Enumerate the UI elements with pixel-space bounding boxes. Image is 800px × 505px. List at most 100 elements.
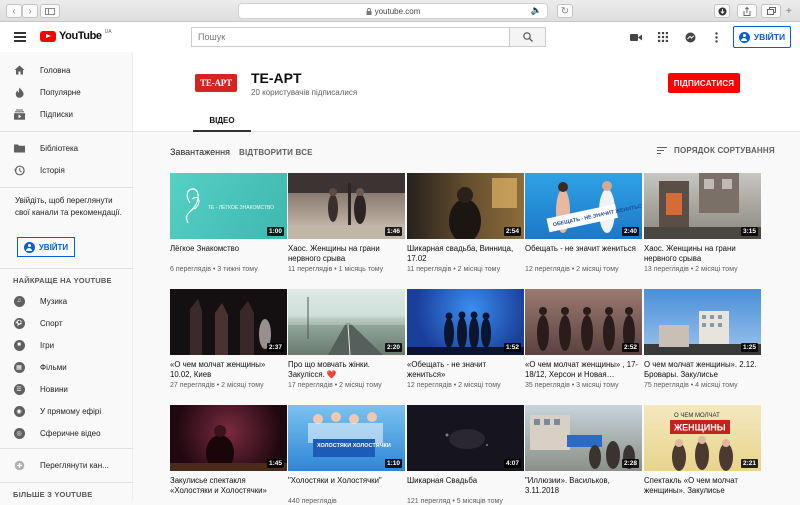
sidebar-item-360[interactable]: ◎ Сферичне відео bbox=[0, 422, 133, 444]
video-card[interactable]: 1:52 «Обещать - не значит жениться» 12 п… bbox=[407, 289, 524, 389]
video-thumbnail[interactable]: 2:37 bbox=[170, 289, 287, 355]
video-thumbnail[interactable]: 1:46 bbox=[288, 173, 405, 239]
downloads-button[interactable] bbox=[714, 4, 730, 18]
video-title[interactable]: Шикарная Свадьба bbox=[407, 476, 524, 496]
subscribe-button[interactable]: ПІДПИСАТИСЯ bbox=[668, 73, 740, 93]
sidebar-item-library[interactable]: Бібліотека bbox=[0, 137, 133, 159]
download-icon bbox=[718, 7, 726, 15]
video-thumbnail[interactable]: 1:25 bbox=[644, 289, 761, 355]
more-options-icon[interactable] bbox=[710, 31, 722, 43]
thumbnail-caption: О ЧЕМ МОЛЧАТ bbox=[674, 413, 720, 419]
video-duration: 2:54 bbox=[503, 227, 521, 236]
share-button[interactable] bbox=[737, 4, 757, 18]
sidebar-item-trending[interactable]: Популярне bbox=[0, 81, 133, 103]
sidebar-toggle-button[interactable] bbox=[40, 4, 60, 18]
video-title[interactable]: «О чем молчат женщины» 10.02, Киев bbox=[170, 360, 287, 380]
search-button[interactable] bbox=[509, 28, 545, 46]
forward-button[interactable]: › bbox=[22, 4, 38, 18]
create-video-icon[interactable] bbox=[630, 31, 642, 43]
video-title[interactable]: «О чем молчат женщины» , 17-18/12, Херсо… bbox=[525, 360, 642, 380]
video-thumbnail[interactable]: 2:28 bbox=[525, 405, 642, 471]
video-card[interactable]: 2:20 Про що мовчать жінки. Закулісся. ❤️… bbox=[288, 289, 405, 389]
more-from-youtube-heading: БІЛЬШЕ З YOUTUBE bbox=[13, 490, 93, 499]
video-title[interactable]: Шикарная свадьба, Винница, 17.02 bbox=[407, 244, 524, 264]
video-title[interactable]: Хаос. Женщины на грани нервного срыва bbox=[288, 244, 405, 264]
music-icon: ♫ bbox=[13, 295, 25, 307]
video-title[interactable]: Спектакль «О чем молчат женщины». Закули… bbox=[644, 476, 761, 496]
video-duration: 1:00 bbox=[266, 227, 284, 236]
apps-grid-icon[interactable] bbox=[657, 31, 669, 43]
video-thumbnail[interactable]: 3:15 bbox=[644, 173, 761, 239]
signin-button[interactable]: УВІЙТИ bbox=[733, 26, 791, 48]
sidebar-item-browse-channels[interactable]: Переглянути кан... bbox=[0, 454, 133, 476]
video-card[interactable]: 2:52 «О чем молчат женщины» , 17-18/12, … bbox=[525, 289, 642, 389]
search-input[interactable] bbox=[192, 28, 509, 46]
video-card[interactable]: 2:37 «О чем молчат женщины» 10.02, Киев … bbox=[170, 289, 287, 389]
video-meta: 6 переглядів • 3 тижні тому bbox=[170, 266, 258, 273]
video-card[interactable]: О ЧЕМ МОЛЧАТ ЖЕНЩИНЫ 2:21 Спектакль «О ч… bbox=[644, 405, 761, 498]
video-thumbnail[interactable]: ОБЕЩАТЬ - НЕ ЗНАЧИТ ЖЕНИТЬСЯ 2:40 bbox=[525, 173, 642, 239]
sidebar-item-label: Музика bbox=[40, 296, 68, 306]
speaker-icon[interactable]: 🔈 bbox=[531, 5, 542, 16]
sidebar-item-sport[interactable]: ⚽ Спорт bbox=[0, 312, 133, 334]
video-thumbnail[interactable]: ХОЛОСТЯКИ ХОЛОСТЯЧКИ 1:10 bbox=[288, 405, 405, 471]
video-thumbnail[interactable]: 2:54 bbox=[407, 173, 524, 239]
video-card[interactable]: 1:46 Хаос. Женщины на грани нервного сры… bbox=[288, 173, 405, 273]
video-card[interactable]: 3:15 Хаос. Женщины на грани нервного сры… bbox=[644, 173, 761, 273]
youtube-logo[interactable]: YouTube UA bbox=[40, 29, 112, 42]
channel-avatar[interactable]: TE-APT bbox=[193, 60, 239, 106]
video-card[interactable]: 1:25 О чем молчат женщины». 2.12. Бровар… bbox=[644, 289, 761, 389]
sort-button[interactable]: ПОРЯДОК СОРТУВАННЯ bbox=[657, 146, 775, 155]
folder-icon bbox=[13, 142, 25, 154]
video-title[interactable]: Обещать - не значит жениться bbox=[525, 244, 642, 264]
sidebar-item-subscriptions[interactable]: Підписки bbox=[0, 103, 133, 125]
sidebar-item-label: Історія bbox=[40, 165, 65, 175]
video-card[interactable]: 2:54 Шикарная свадьба, Винница, 17.02 11… bbox=[407, 173, 524, 273]
video-title[interactable]: Хаос. Женщины на грани нервного срыва bbox=[644, 244, 761, 264]
sidebar-item-history[interactable]: Історія bbox=[0, 159, 133, 181]
menu-icon[interactable] bbox=[14, 32, 26, 42]
signin-label: УВІЙТИ bbox=[38, 242, 69, 252]
video-card[interactable]: 2:28 "Иллюзии». Васильков, 3.11.2018 bbox=[525, 405, 642, 498]
sort-label: ПОРЯДОК СОРТУВАННЯ bbox=[674, 146, 775, 155]
video-title[interactable]: «Обещать - не значит жениться» bbox=[407, 360, 524, 380]
new-tab-icon[interactable]: + bbox=[786, 6, 792, 17]
video-thumbnail[interactable]: 2:20 bbox=[288, 289, 405, 355]
sidebar-item-label: Бібліотека bbox=[40, 143, 79, 153]
video-title[interactable]: Про що мовчать жінки. Закулісся. ❤️ bbox=[288, 360, 405, 380]
video-card[interactable]: ОБЕЩАТЬ - НЕ ЗНАЧИТ ЖЕНИТЬСЯ 2:40 Обещат… bbox=[525, 173, 642, 273]
video-title[interactable]: Лёгкое Знакомство bbox=[170, 244, 287, 264]
back-button[interactable]: ‹ bbox=[6, 4, 22, 18]
url-text: youtube.com bbox=[374, 6, 421, 16]
messages-icon[interactable] bbox=[684, 31, 696, 43]
sidebar-item-home[interactable]: Головна bbox=[0, 59, 133, 81]
sidebar-item-games[interactable]: ■ Ігри bbox=[0, 334, 133, 356]
sidebar-item-live[interactable]: ◉ У прямому ефірі bbox=[0, 400, 133, 422]
video-title[interactable]: "Иллюзии». Васильков, 3.11.2018 bbox=[525, 476, 642, 496]
sidebar-signin-button[interactable]: УВІЙТИ bbox=[17, 237, 75, 257]
play-logo-icon bbox=[40, 30, 56, 42]
play-all-button[interactable]: ВІДТВОРИТИ ВСЕ bbox=[239, 148, 313, 157]
sidebar-item-music[interactable]: ♫ Музика bbox=[0, 290, 133, 312]
video-thumbnail[interactable]: О ЧЕМ МОЛЧАТ ЖЕНЩИНЫ 2:21 bbox=[644, 405, 761, 471]
video-title[interactable]: "Холостяки и Холостячки" bbox=[288, 476, 405, 496]
uploads-heading[interactable]: Завантаження bbox=[170, 147, 230, 157]
video-title[interactable]: Закулисье спектакля «Холостяки и Холостя… bbox=[170, 476, 287, 496]
video-thumbnail[interactable]: 1:45 bbox=[170, 405, 287, 471]
video-card[interactable]: TE - ЛЁГКОЕ ЗНАКОМСТВО 1:00 Лёгкое Знако… bbox=[170, 173, 287, 273]
sidebar-item-films[interactable]: ▦ Фільми bbox=[0, 356, 133, 378]
reload-button[interactable]: ↻ bbox=[557, 4, 573, 18]
video-thumbnail[interactable]: 4:07 bbox=[407, 405, 524, 471]
video-card[interactable]: ХОЛОСТЯКИ ХОЛОСТЯЧКИ 1:10 "Холостяки и Х… bbox=[288, 405, 405, 505]
video-card[interactable]: 4:07 Шикарная Свадьба 121 перегляд • 5 м… bbox=[407, 405, 524, 505]
sidebar-item-news[interactable]: ☰ Новини bbox=[0, 378, 133, 400]
video-thumbnail[interactable]: 2:52 bbox=[525, 289, 642, 355]
video-thumbnail[interactable]: 1:52 bbox=[407, 289, 524, 355]
tab-videos[interactable]: ВІДЕО bbox=[193, 110, 251, 132]
address-bar[interactable]: youtube.com 🔈 bbox=[238, 3, 548, 19]
video-card[interactable]: 1:45 Закулисье спектакля «Холостяки и Хо… bbox=[170, 405, 287, 498]
video-thumbnail[interactable]: TE - ЛЁГКОЕ ЗНАКОМСТВО 1:00 bbox=[170, 173, 287, 239]
sidebar-item-label: Переглянути кан... bbox=[40, 460, 109, 470]
video-title[interactable]: О чем молчат женщины». 2.12. Бровары. За… bbox=[644, 360, 761, 380]
tabs-button[interactable] bbox=[761, 4, 781, 18]
